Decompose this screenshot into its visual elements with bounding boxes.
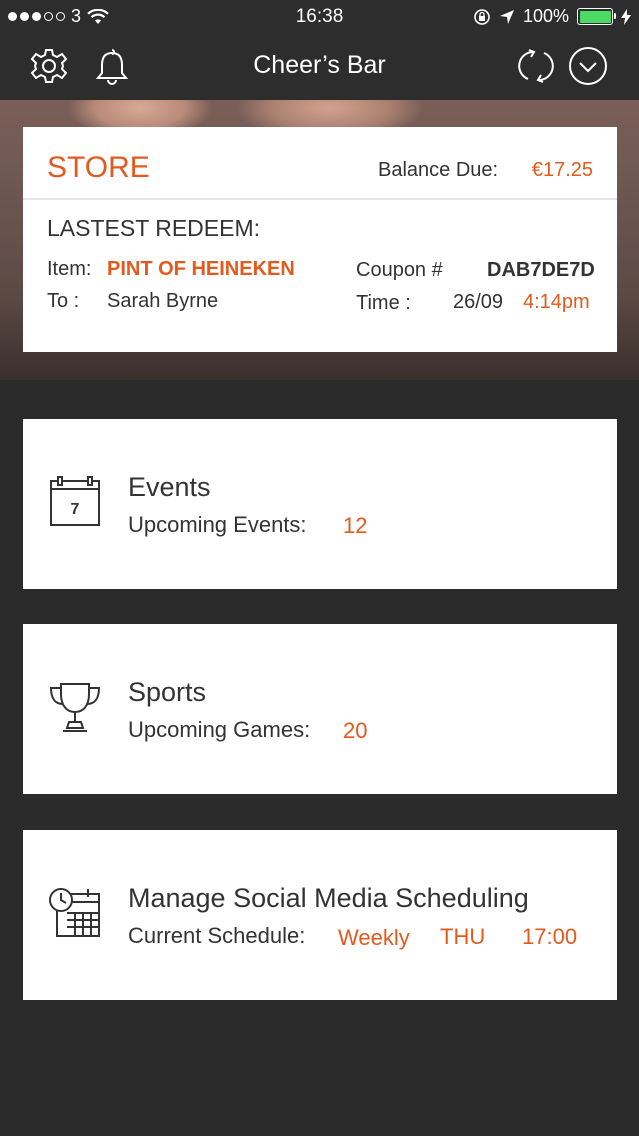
upcoming-games-label: Upcoming Games: [128, 717, 311, 742]
latest-redeem-title: LASTEST REDEEM: [47, 215, 261, 241]
upcoming-games-count: 20 [343, 718, 368, 743]
balance-label: Balance Due: [378, 159, 499, 181]
trophy-icon [49, 683, 101, 732]
schedule-frequency: Weekly [338, 925, 410, 950]
item-label: Item: [47, 258, 92, 280]
store-title: STORE [47, 151, 150, 184]
time-value: 4:14pm [523, 291, 590, 313]
coupon-value: DAB7DE7D [487, 259, 595, 281]
svg-text:7: 7 [71, 501, 80, 518]
events-card[interactable]: 7 Events Upcoming Events: 12 [23, 419, 617, 589]
sports-card[interactable]: Sports Upcoming Games: 20 [23, 624, 617, 794]
battery-percent: 100% [522, 6, 569, 26]
upcoming-events-label: Upcoming Events: [128, 512, 307, 537]
balance-value: €17.25 [531, 159, 593, 181]
upcoming-events-count: 12 [343, 513, 368, 538]
schedule-day: THU [440, 924, 486, 949]
nav-bar: Cheer’s Bar [0, 32, 639, 100]
schedule-time: 17:00 [522, 924, 578, 949]
refresh-icon[interactable] [516, 46, 556, 86]
time-label: Time : [356, 292, 411, 314]
orientation-lock-icon [474, 8, 490, 25]
current-schedule-label: Current Schedule: [128, 923, 306, 948]
social-media-card[interactable]: Manage Social Media Scheduling Current S… [23, 830, 617, 1000]
status-bar: 3 16:38 100% [0, 0, 639, 32]
social-media-title: Manage Social Media Scheduling [128, 883, 529, 913]
to-label: To : [47, 290, 80, 312]
battery-icon [577, 8, 616, 25]
chevron-down-circle-icon[interactable] [568, 46, 608, 86]
store-card[interactable]: STORE Balance Due: €17.25 LASTEST REDEEM… [23, 127, 617, 352]
coupon-label: Coupon # [356, 259, 443, 281]
divider [23, 198, 617, 200]
to-value: Sarah Byrne [107, 290, 219, 312]
time-date: 26/09 [453, 291, 504, 313]
events-title: Events [128, 472, 211, 502]
location-arrow-icon [499, 9, 514, 24]
calendar-icon: 7 [50, 476, 100, 526]
sports-title: Sports [128, 677, 207, 707]
status-right: 100% [473, 6, 631, 27]
charging-bolt-icon [621, 8, 631, 25]
schedule-calendar-icon [49, 888, 100, 937]
item-value: PINT OF HEINEKEN [107, 258, 295, 280]
